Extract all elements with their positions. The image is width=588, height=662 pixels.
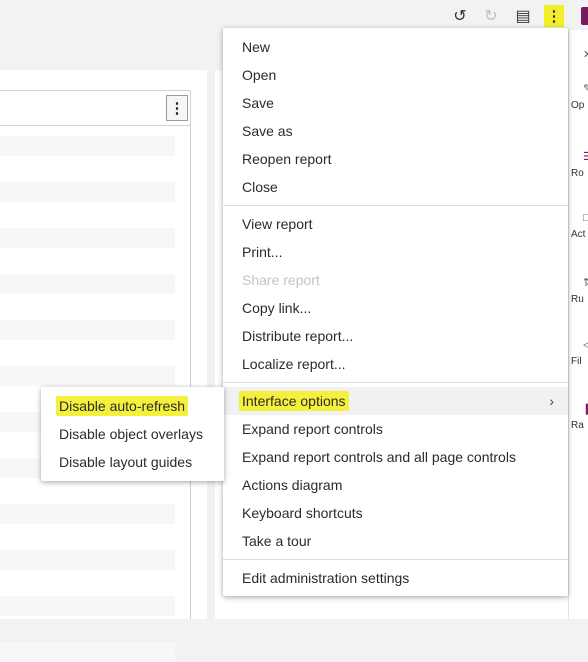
redo-icon[interactable]: ↻ bbox=[480, 5, 502, 27]
menu-divider bbox=[223, 382, 568, 383]
table-row bbox=[0, 182, 175, 202]
table-row bbox=[0, 504, 175, 524]
rail-item-op[interactable]: ✎ Op bbox=[571, 82, 588, 111]
rail-item-ro[interactable]: ☰ Ro bbox=[571, 150, 588, 179]
table-row bbox=[0, 320, 175, 340]
roles-icon: ☰ bbox=[583, 150, 588, 163]
top-toolbar: ↺ ↻ ▤ ⋮ bbox=[0, 0, 588, 30]
menu-item-save[interactable]: Save bbox=[223, 89, 568, 117]
rail-item-options[interactable]: ✕ bbox=[571, 48, 588, 66]
menu-divider bbox=[223, 205, 568, 206]
options-icon: ✕ bbox=[583, 48, 588, 61]
menu-item-localize-report[interactable]: Localize report... bbox=[223, 350, 568, 378]
options-icon: ✎ bbox=[583, 82, 588, 95]
save-icon[interactable]: ▤ bbox=[512, 5, 534, 27]
menu-divider bbox=[223, 559, 568, 560]
interface-options-submenu: Disable auto-refresh Disable object over… bbox=[41, 387, 224, 481]
rail-label: Act bbox=[571, 229, 586, 240]
table-row bbox=[0, 366, 175, 386]
rail-label: Ro bbox=[571, 168, 584, 179]
submenu-item-label: Disable auto-refresh bbox=[56, 396, 189, 416]
table-row bbox=[0, 274, 175, 294]
table-row bbox=[0, 642, 175, 662]
rail-item-ra[interactable]: ❚ Ra bbox=[571, 402, 588, 431]
menu-item-actions-diagram[interactable]: Actions diagram bbox=[223, 471, 568, 499]
undo-icon[interactable]: ↺ bbox=[449, 5, 471, 27]
menu-item-reopen-report[interactable]: Reopen report bbox=[223, 145, 568, 173]
menu-item-save-as[interactable]: Save as bbox=[223, 117, 568, 145]
filters-icon: ◁ bbox=[583, 338, 588, 351]
table-row bbox=[0, 596, 175, 616]
more-vertical-icon[interactable]: ⋮ bbox=[544, 5, 564, 27]
menu-item-view-report[interactable]: View report bbox=[223, 210, 568, 238]
submenu-item-disable-auto-refresh[interactable]: Disable auto-refresh bbox=[41, 392, 224, 420]
chevron-right-icon: › bbox=[549, 393, 554, 409]
table-row bbox=[0, 136, 175, 156]
menu-item-new[interactable]: New bbox=[223, 33, 568, 61]
rail-item-ru[interactable]: ⇅ Ru bbox=[571, 276, 588, 305]
menu-item-label: Interface options bbox=[239, 391, 349, 411]
menu-item-interface-options[interactable]: Interface options › bbox=[223, 387, 568, 415]
menu-item-copy-link[interactable]: Copy link... bbox=[223, 294, 568, 322]
ranks-icon: ❚ bbox=[583, 402, 588, 415]
menu-item-keyboard-shortcuts[interactable]: Keyboard shortcuts bbox=[223, 499, 568, 527]
more-vertical-icon[interactable]: ⋮ bbox=[166, 95, 188, 121]
menu-item-distribute-report[interactable]: Distribute report... bbox=[223, 322, 568, 350]
menu-item-close[interactable]: Close bbox=[223, 173, 568, 201]
submenu-item-disable-object-overlays[interactable]: Disable object overlays bbox=[41, 420, 224, 448]
table-row bbox=[0, 228, 175, 248]
report-object[interactable]: ⋮ bbox=[0, 90, 191, 662]
menu-item-expand-all-controls[interactable]: Expand report controls and all page cont… bbox=[223, 443, 568, 471]
menu-item-share-report: Share report bbox=[242, 272, 320, 288]
menu-item-open[interactable]: Open bbox=[223, 61, 568, 89]
table-row bbox=[0, 550, 175, 570]
rail-item-fil[interactable]: ◁ Fil bbox=[571, 338, 588, 367]
rail-label: Ru bbox=[571, 294, 584, 305]
brand-logo bbox=[581, 7, 588, 25]
main-menu: New Open Save Save as Reopen report Clos… bbox=[223, 28, 568, 596]
rail-label: Op bbox=[571, 100, 585, 111]
menu-item-expand-report-controls[interactable]: Expand report controls bbox=[223, 415, 568, 443]
rail-label: Fil bbox=[571, 356, 582, 367]
actions-icon: □ bbox=[583, 212, 588, 224]
right-rail: ✕ ✎ Op ☰ Ro □ Act ⇅ Ru ◁ Fil ❚ Ra bbox=[568, 30, 588, 619]
report-object-header: ⋮ bbox=[0, 90, 190, 126]
menu-item-take-a-tour[interactable]: Take a tour bbox=[223, 527, 568, 555]
rules-icon: ⇅ bbox=[583, 276, 588, 289]
menu-item-print[interactable]: Print... bbox=[223, 238, 568, 266]
submenu-item-disable-layout-guides[interactable]: Disable layout guides bbox=[41, 448, 224, 476]
rail-item-act[interactable]: □ Act bbox=[571, 212, 588, 240]
rail-label: Ra bbox=[571, 420, 584, 431]
menu-item-edit-admin-settings[interactable]: Edit administration settings bbox=[223, 564, 568, 592]
